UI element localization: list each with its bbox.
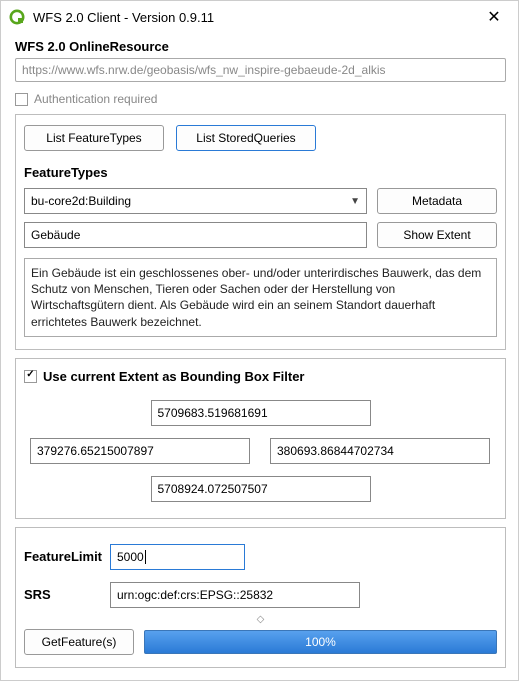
featuretype-select-value: bu-core2d:Building: [31, 194, 131, 208]
dialog-window: WFS 2.0 Client - Version 0.9.11 ✕ WFS 2.…: [0, 0, 519, 681]
getfeatures-button[interactable]: GetFeature(s): [24, 629, 134, 655]
dialog-body: WFS 2.0 OnlineResource https://www.wfs.n…: [1, 33, 518, 680]
bbox-south-value: 5708924.072507507: [158, 482, 268, 496]
show-extent-button[interactable]: Show Extent: [377, 222, 497, 248]
text-cursor: [145, 550, 146, 564]
onlineresource-url[interactable]: https://www.wfs.nrw.de/geobasis/wfs_nw_i…: [15, 58, 506, 82]
chevron-down-icon: ▼: [350, 196, 360, 207]
bbox-east-value: 380693.86844702734: [277, 444, 394, 458]
srs-label: SRS: [24, 587, 110, 602]
params-group: FeatureLimit 5000 SRS urn:ogc:def:crs:EP…: [15, 527, 506, 668]
featuretypes-group: List FeatureTypes List StoredQueries Fea…: [15, 114, 506, 350]
featuretype-select[interactable]: bu-core2d:Building ▼: [24, 188, 367, 214]
bbox-group: Use current Extent as Bounding Box Filte…: [15, 358, 506, 519]
bbox-south-input[interactable]: 5708924.072507507: [151, 476, 371, 502]
auth-required-row: Authentication required: [15, 92, 506, 106]
bbox-west-input[interactable]: 379276.65215007897: [30, 438, 250, 464]
srs-value: urn:ogc:def:crs:EPSG::25832: [117, 588, 273, 602]
auth-required-checkbox[interactable]: [15, 93, 28, 106]
bbox-north-input[interactable]: 5709683.519681691: [151, 400, 371, 426]
onlineresource-heading: WFS 2.0 OnlineResource: [15, 39, 506, 54]
titlebar: WFS 2.0 Client - Version 0.9.11 ✕: [1, 1, 518, 33]
ruler-decoration: ◇: [24, 614, 497, 625]
progress-bar: 100%: [144, 630, 497, 654]
bbox-inputs: 5709683.519681691 379276.65215007897 380…: [24, 384, 497, 506]
featuretype-title-input[interactable]: Gebäude: [24, 222, 367, 248]
use-current-extent-label: Use current Extent as Bounding Box Filte…: [43, 369, 305, 384]
list-featuretypes-button[interactable]: List FeatureTypes: [24, 125, 164, 151]
bbox-north-value: 5709683.519681691: [158, 406, 268, 420]
featurelimit-label: FeatureLimit: [24, 549, 110, 564]
window-title: WFS 2.0 Client - Version 0.9.11: [33, 10, 480, 25]
srs-row: SRS urn:ogc:def:crs:EPSG::25832: [24, 582, 497, 608]
list-storedqueries-button[interactable]: List StoredQueries: [176, 125, 316, 151]
featurelimit-input[interactable]: 5000: [110, 544, 245, 570]
srs-input[interactable]: urn:ogc:def:crs:EPSG::25832: [110, 582, 360, 608]
close-icon[interactable]: ✕: [480, 7, 508, 27]
bbox-east-input[interactable]: 380693.86844702734: [270, 438, 490, 464]
onlineresource-url-text: https://www.wfs.nrw.de/geobasis/wfs_nw_i…: [22, 63, 386, 77]
bbox-west-value: 379276.65215007897: [37, 444, 154, 458]
featuretype-description: Ein Gebäude ist ein geschlossenes ober- …: [24, 258, 497, 337]
qgis-icon: [9, 9, 25, 25]
progress-text: 100%: [305, 635, 336, 649]
featuretypes-heading: FeatureTypes: [24, 165, 497, 180]
featurelimit-value: 5000: [117, 550, 144, 564]
featurelimit-row: FeatureLimit 5000: [24, 544, 497, 570]
metadata-button[interactable]: Metadata: [377, 188, 497, 214]
auth-required-label: Authentication required: [34, 92, 157, 106]
featuretype-title-value: Gebäude: [31, 228, 80, 242]
use-current-extent-checkbox[interactable]: [24, 370, 37, 383]
